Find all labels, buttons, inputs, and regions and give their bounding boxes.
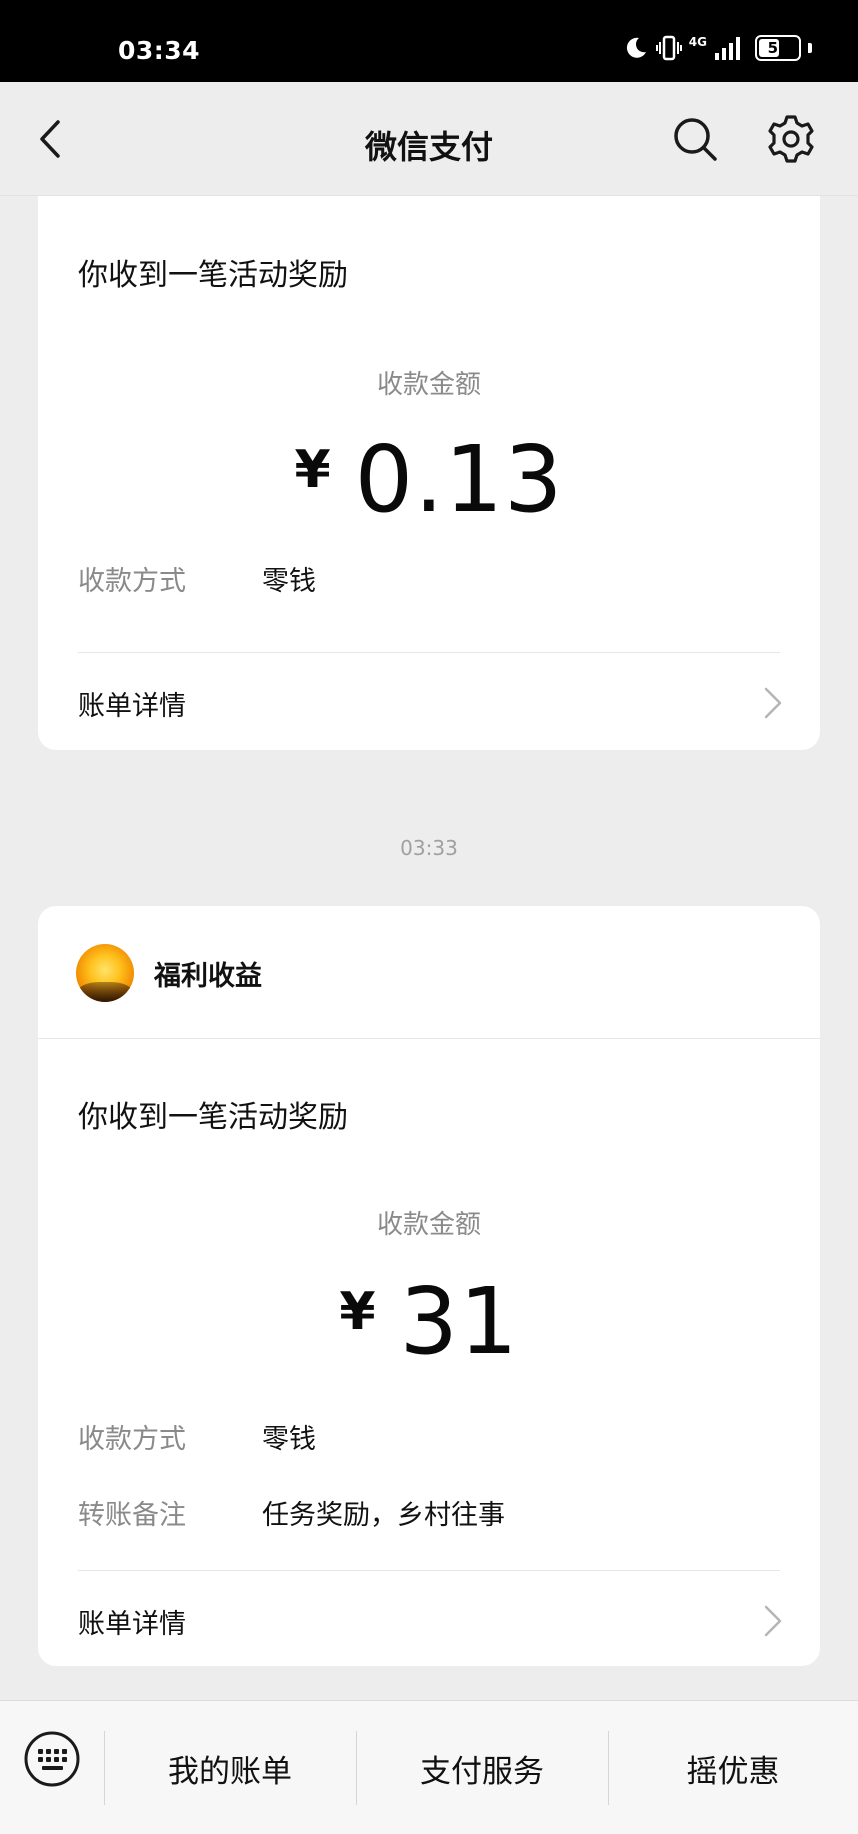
keyboard-toggle-button[interactable]: [22, 1729, 82, 1789]
bill-detail-row[interactable]: 账单详情: [78, 678, 784, 728]
page-title: 微信支付: [364, 128, 493, 166]
amount-label: 收款金额: [376, 1210, 481, 1240]
message-timestamp: 03:33: [400, 836, 458, 860]
field-value: 零钱: [262, 565, 316, 597]
amount: ¥ 31: [38, 1276, 820, 1368]
transfer-note-row: 转账备注 任务奖励，乡村往事: [78, 1492, 780, 1532]
field-label: 收款方式: [78, 565, 186, 597]
chevron-right-icon: [764, 1605, 782, 1637]
currency-symbol: ¥: [294, 440, 331, 500]
message-heading: 你收到一笔活动奖励: [78, 1100, 348, 1135]
menu-my-bills[interactable]: 我的账单: [104, 1701, 356, 1834]
battery-percent: 52: [767, 39, 789, 57]
menu-shake-offers[interactable]: 摇优惠: [608, 1701, 858, 1834]
network-type: 4G: [688, 35, 707, 49]
battery-cap: [808, 43, 812, 53]
status-time: 03:34: [118, 36, 201, 65]
status-bar: 03:34 4G 52: [0, 0, 858, 82]
field-value: 任务奖励，乡村往事: [262, 1499, 505, 1531]
settings-button[interactable]: [764, 112, 818, 166]
message-heading: 你收到一笔活动奖励: [78, 258, 348, 293]
field-label: 转账备注: [78, 1499, 186, 1531]
bill-detail-row[interactable]: 账单详情: [78, 1596, 784, 1646]
menu-payment-services[interactable]: 支付服务: [356, 1701, 608, 1834]
chevron-right-icon: [764, 687, 782, 719]
payment-message-card: 你收到一笔活动奖励 收款金额 ¥ 0.13 收款方式 零钱 账单详情: [38, 196, 820, 750]
gear-icon: [768, 115, 814, 163]
payment-method-row: 收款方式 零钱: [78, 1416, 780, 1456]
avatar: [76, 944, 134, 1002]
field-value: 零钱: [262, 1423, 316, 1455]
moon-icon: [623, 35, 649, 61]
nav-bar: 微信支付: [0, 82, 858, 196]
bill-detail-label: 账单详情: [78, 690, 186, 722]
sender-header[interactable]: 福利收益: [76, 944, 262, 1002]
currency-symbol: ¥: [339, 1282, 376, 1342]
amount: ¥ 0.13: [38, 434, 820, 526]
bill-detail-label: 账单详情: [78, 1608, 186, 1640]
divider: [38, 1038, 820, 1039]
amount-label: 收款金额: [376, 370, 481, 400]
keyboard-icon: [24, 1731, 80, 1787]
status-icons: 4G 52: [623, 32, 812, 64]
payment-method-row: 收款方式 零钱: [78, 558, 780, 598]
amount-value: 31: [399, 1268, 519, 1375]
bottom-menu-bar: 我的账单 支付服务 摇优惠: [0, 1700, 858, 1834]
battery-icon: 52: [755, 35, 801, 61]
payment-message-card: 福利收益 你收到一笔活动奖励 收款金额 ¥ 31 收款方式 零钱 转账备注 任务…: [38, 906, 820, 1666]
amount-value: 0.13: [354, 426, 564, 533]
divider: [78, 652, 780, 653]
signal-icon: [713, 35, 743, 61]
field-label: 收款方式: [78, 1423, 186, 1455]
sender-name: 福利收益: [154, 960, 262, 992]
divider: [78, 1570, 780, 1571]
vibrate-icon: [655, 34, 683, 62]
search-icon: [674, 118, 717, 161]
search-button[interactable]: [670, 114, 720, 164]
